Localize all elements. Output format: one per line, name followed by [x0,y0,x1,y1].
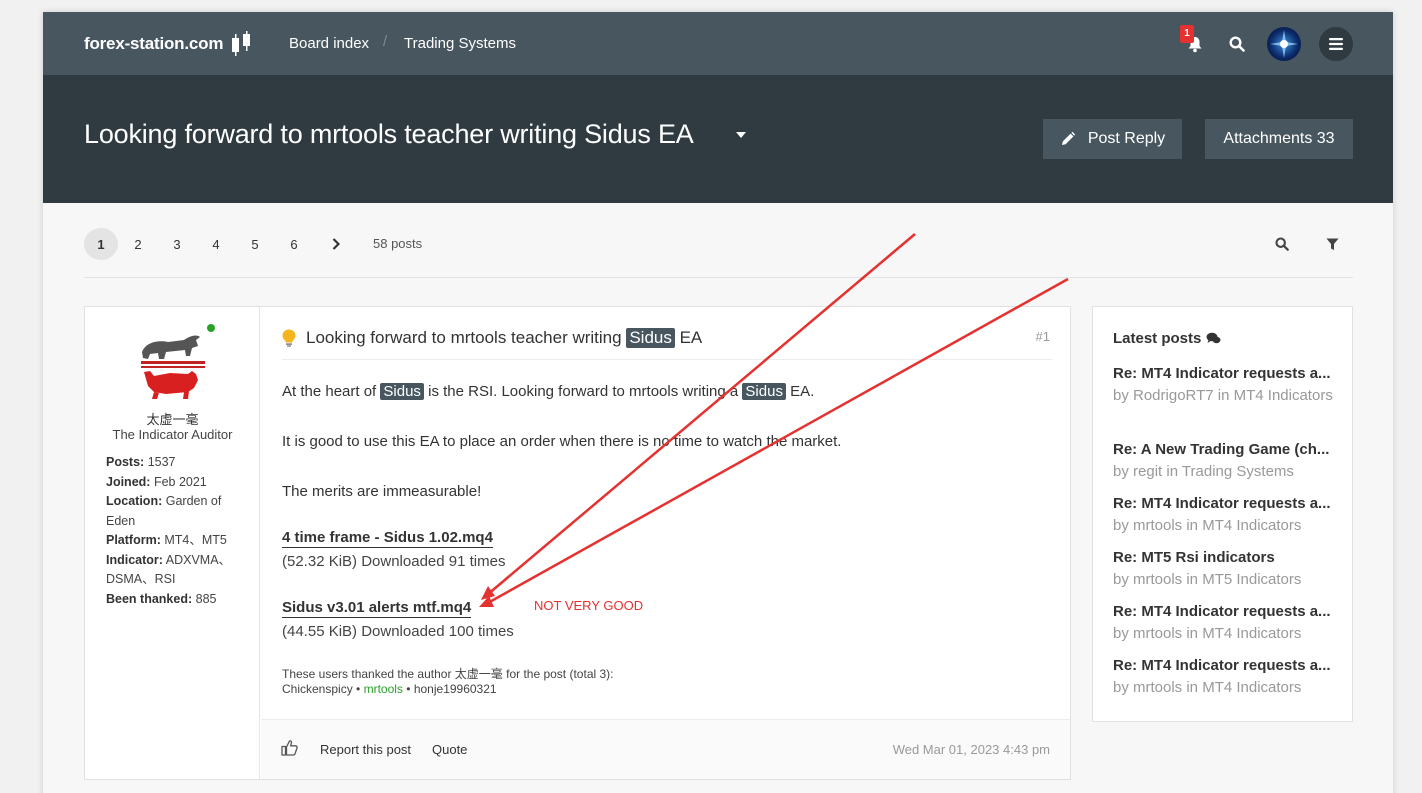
search-highlight: Sidus [742,383,786,400]
topic-title[interactable]: Looking forward to mrtools teacher writi… [84,119,694,150]
breadcrumb-separator: / [383,33,388,50]
latest-post-title[interactable]: Re: MT4 Indicator requests a... [1113,603,1333,620]
pencil-icon [1061,131,1076,145]
profile-field-joined: Joined: Feb 2021 [106,474,207,489]
latest-post-title[interactable]: Re: A New Trading Game (ch... [1113,441,1333,458]
pagination-divider [84,277,1353,278]
main-menu-button[interactable] [1319,27,1353,61]
profile-field-posts: Posts: 1537 [106,455,176,469]
attachment-link-2[interactable]: Sidus v3.01 alerts mtf.mq4 [282,599,472,618]
author-avatar[interactable] [136,328,210,402]
page-3-button[interactable]: 3 [165,228,189,260]
thanks-user[interactable]: honje19960321 [414,682,497,696]
breadcrumb-board-index[interactable]: Board index [289,35,369,52]
page-4-button[interactable]: 4 [204,228,228,260]
latest-posts-heading: Latest posts [1113,330,1221,347]
site-logo[interactable]: forex-station.com [84,31,252,57]
topic-header: Looking forward to mrtools teacher writi… [43,75,1393,203]
menu-icon [1329,38,1343,50]
next-page-button[interactable] [324,228,348,260]
search-icon [1275,237,1289,251]
latest-post-meta: by RodrigoRT7 in MT4 Indicators [1113,387,1333,404]
online-status-indicator [207,324,215,332]
candlestick-logo-icon [232,31,251,56]
post-title-divider [282,359,1052,360]
post-date: Wed Mar 01, 2023 4:43 pm [892,742,1050,757]
post-paragraph-3: The merits are immeasurable! [282,483,482,500]
quote-link[interactable]: Quote [432,742,467,757]
attachment-meta-1: (52.32 KiB) Downloaded 91 times [282,553,506,570]
attachment-link-1[interactable]: 4 time frame - Sidus 1.02.mq4 [282,529,493,548]
avatar [1270,30,1298,58]
profile-field-been-thanked: Been thanked: 885 [106,591,217,606]
latest-post-meta: by mrtools in MT4 Indicators [1113,679,1302,696]
latest-posts-sidebar: Latest posts Re: MT4 Indicator requests … [1092,306,1353,722]
author-username[interactable]: 太虚一毫 [85,409,260,428]
sort-filter-button[interactable] [1320,228,1344,260]
latest-post-meta: by mrtools in MT5 Indicators [1113,571,1302,588]
bull-bear-avatar-image [141,335,205,399]
profile-field-location: Location: Garden of Eden [106,494,222,528]
chevron-right-icon [332,238,340,250]
latest-post-title[interactable]: Re: MT4 Indicator requests a... [1113,495,1333,512]
post-author-profile: 太虚一毫 The Indicator Auditor Posts: 1537 J… [85,307,260,779]
top-navbar: forex-station.com Board index / Trading … [43,12,1393,75]
thumbs-up-icon [281,740,298,756]
page-frame: forex-station.com Board index / Trading … [43,12,1393,793]
lightbulb-icon [282,329,296,347]
latest-post-meta: by mrtools in MT4 Indicators [1113,625,1302,642]
page-5-button[interactable]: 5 [243,228,267,260]
thanks-users: Chickenspicy • mrtools • honje19960321 [282,682,497,696]
filter-icon [1326,238,1338,250]
latest-post-title[interactable]: Re: MT5 Rsi indicators [1113,549,1333,566]
author-rank: The Indicator Auditor [112,427,233,442]
latest-post-meta: by mrtools in MT4 Indicators [1113,517,1302,534]
search-highlight: Sidus [626,328,675,348]
page-6-button[interactable]: 6 [282,228,306,260]
thanks-user[interactable]: Chickenspicy [282,682,353,696]
thanks-line: These users thanked the author 太虚一毫 for … [282,667,614,681]
search-icon [1229,36,1245,52]
latest-post-meta: by regit in Trading Systems [1113,463,1294,480]
post-paragraph-2: It is good to use this EA to place an or… [282,433,842,450]
breadcrumb-trading-systems[interactable]: Trading Systems [404,35,516,52]
latest-post-title[interactable]: Re: MT4 Indicator requests a... [1113,657,1333,674]
attachments-label: Attachments 33 [1223,130,1335,147]
thanks-user[interactable]: mrtools [364,682,403,696]
post-number-link[interactable]: #1 [1036,329,1050,344]
attachments-button[interactable]: Attachments 33 [1205,119,1353,159]
post-reply-label: Post Reply [1087,130,1166,147]
search-highlight: Sidus [380,383,424,400]
posts-count: 58 posts [373,236,423,251]
post-1: 太虚一毫 The Indicator Auditor Posts: 1537 J… [84,306,1071,780]
site-logo-text: forex-station.com [84,34,224,53]
comments-icon [1206,332,1221,344]
report-post-link[interactable]: Report this post [320,742,411,757]
red-annotation-text: NOT VERY GOOD [534,598,644,613]
attachment-meta-2: (44.55 KiB) Downloaded 100 times [282,623,514,640]
topic-search-button[interactable] [1270,228,1294,260]
search-button[interactable] [1221,28,1253,60]
user-avatar-button[interactable] [1267,27,1301,61]
notification-count-badge: 1 [1180,25,1194,43]
latest-post-title[interactable]: Re: MT4 Indicator requests a... [1113,365,1333,382]
post-paragraph-1: At the heart of Sidus is the RSI. Lookin… [282,383,815,400]
post-reply-button[interactable]: Post Reply [1043,119,1182,159]
post-footer: Report this post Quote Wed Mar 01, 2023 … [261,719,1070,779]
profile-field-platform: Platform: MT4、MT5 [106,533,227,547]
topic-tools-caret-icon[interactable] [736,132,746,138]
page-1-button[interactable]: 1 [84,228,118,260]
post-title[interactable]: Looking forward to mrtools teacher writi… [282,328,702,348]
post-body: Looking forward to mrtools teacher writi… [261,307,1070,779]
like-button[interactable] [281,739,298,759]
page-2-button[interactable]: 2 [126,228,150,260]
profile-field-indicator: Indicator: ADXVMA、DSMA、RSI [106,552,232,587]
